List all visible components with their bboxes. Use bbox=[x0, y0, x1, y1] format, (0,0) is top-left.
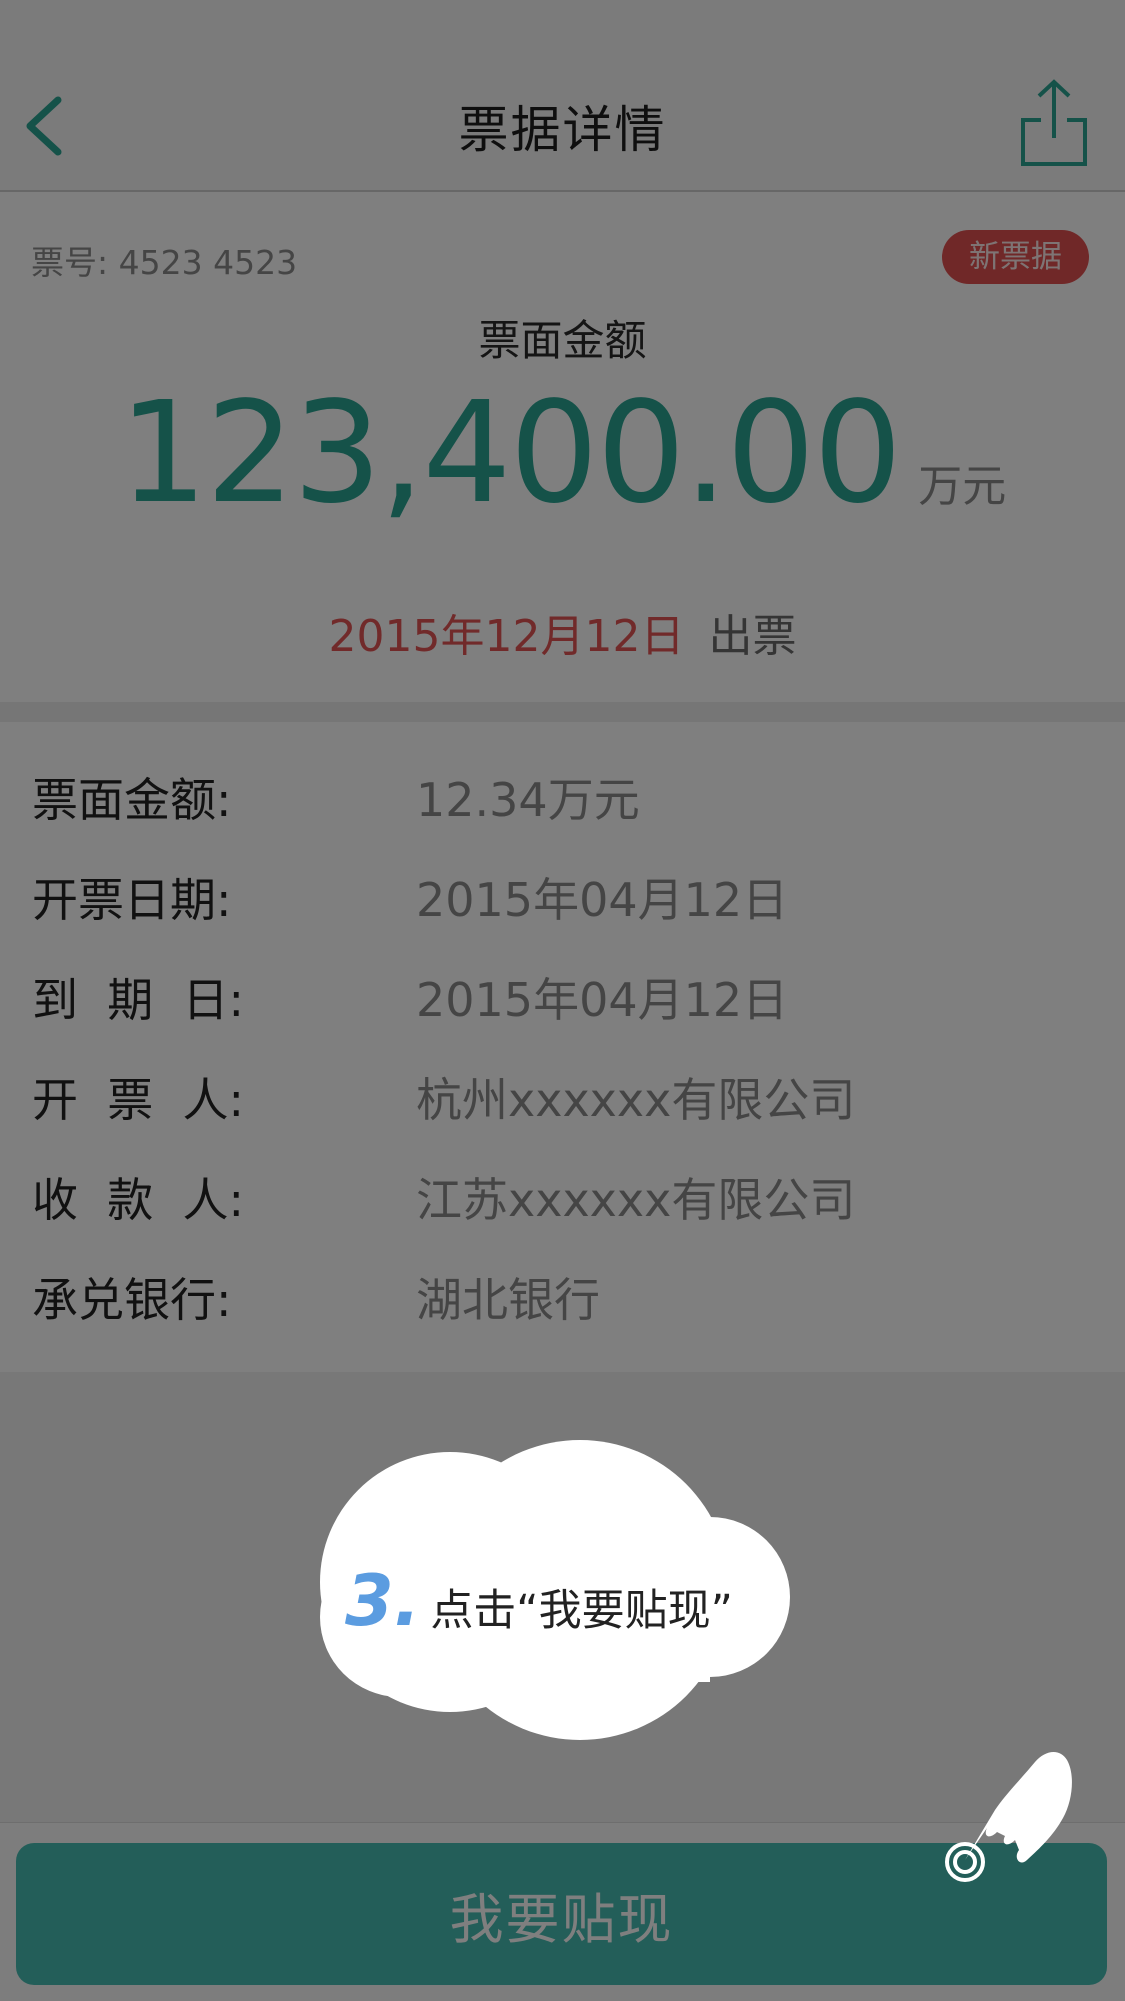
step-number: 3. bbox=[345, 1560, 421, 1642]
step-instruction: 点击“我要贴现” bbox=[430, 1586, 733, 1636]
pointing-hand-icon bbox=[945, 1751, 1072, 1882]
tutorial-step-text: 3. 点击“我要贴现” bbox=[345, 1560, 733, 1642]
